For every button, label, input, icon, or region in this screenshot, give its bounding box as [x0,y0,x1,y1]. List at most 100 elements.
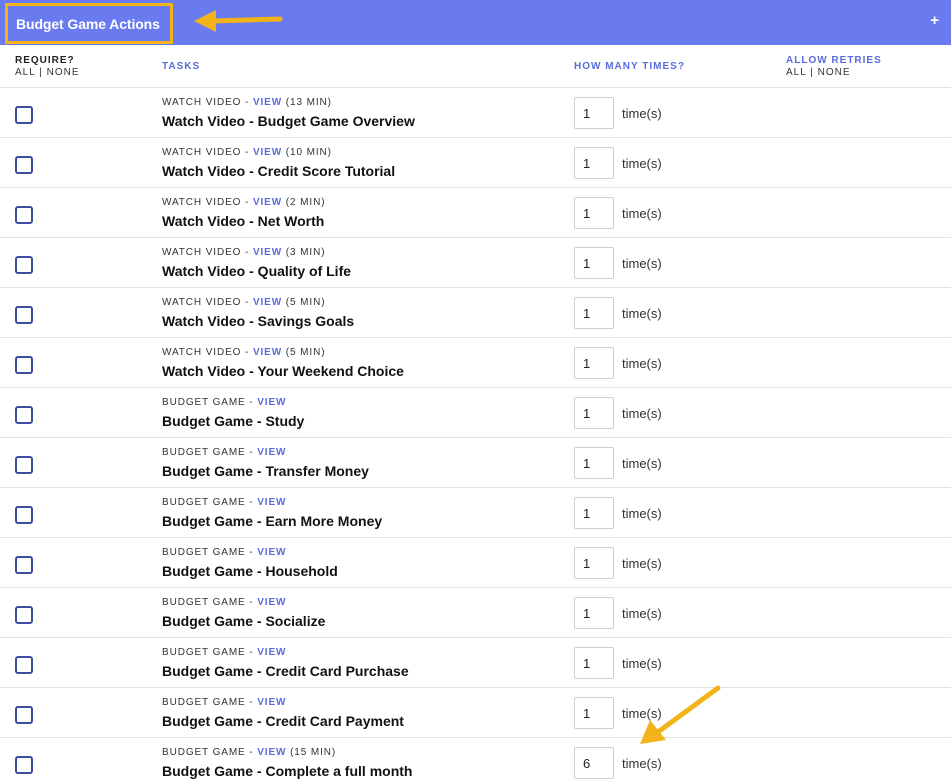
times-unit-label: time(s) [622,406,662,421]
times-unit-label: time(s) [622,356,662,371]
view-link[interactable]: VIEW [257,597,286,608]
separator: - [245,747,258,758]
times-unit-label: time(s) [622,206,662,221]
task-name: Watch Video - Credit Score Tutorial [162,163,396,179]
require-checkbox[interactable] [15,156,33,174]
require-checkbox[interactable] [15,356,33,374]
task-row: BUDGET GAME - VIEW Budget Game - Socializ… [0,587,951,637]
task-type-label: BUDGET GAME [162,397,246,408]
task-name: Watch Video - Savings Goals [162,313,355,329]
times-input[interactable] [574,147,614,179]
times-input[interactable] [574,747,614,779]
view-link[interactable]: VIEW [253,97,282,108]
view-link[interactable]: VIEW [257,397,286,408]
require-checkbox[interactable] [15,456,33,474]
separator: - [245,697,258,708]
task-row: BUDGET GAME - VIEW Budget Game - Earn Mor… [0,487,951,537]
retries-none-link[interactable]: NONE [818,67,851,78]
task-meta: BUDGET GAME - VIEW [162,597,286,608]
view-link[interactable]: VIEW [253,147,282,158]
times-input[interactable] [574,397,614,429]
require-checkbox[interactable] [15,606,33,624]
task-row: BUDGET GAME - VIEW (15 MIN) Budget Game -… [0,737,951,783]
task-type-label: WATCH VIDEO [162,297,242,308]
task-type-label: WATCH VIDEO [162,97,242,108]
task-name: Budget Game - Credit Card Purchase [162,663,409,679]
task-meta: BUDGET GAME - VIEW [162,497,286,508]
tasks-column-header: TASKS [162,61,201,72]
times-unit-label: time(s) [622,506,662,521]
require-all-link[interactable]: ALL [15,67,35,78]
view-link[interactable]: VIEW [253,347,282,358]
require-none-link[interactable]: NONE [47,67,80,78]
allow-retries-column-header: ALLOW RETRIES ALL | NONE [786,55,882,79]
times-unit-label: time(s) [622,106,662,121]
task-meta: BUDGET GAME - VIEW [162,547,286,558]
require-checkbox[interactable] [15,406,33,424]
separator: | [810,67,814,78]
separator: - [245,447,258,458]
separator: - [245,647,258,658]
view-link[interactable]: VIEW [257,547,286,558]
task-name: Watch Video - Budget Game Overview [162,113,415,129]
duration-label: (5 MIN) [282,297,326,308]
allow-retries-label: ALLOW RETRIES [786,55,882,66]
require-checkbox[interactable] [15,206,33,224]
separator: - [245,547,258,558]
times-input[interactable] [574,347,614,379]
task-row: WATCH VIDEO - VIEW (3 MIN) Watch Video - … [0,237,951,287]
times-input[interactable] [574,597,614,629]
require-checkbox[interactable] [15,506,33,524]
times-input[interactable] [574,197,614,229]
task-row: BUDGET GAME - VIEW Budget Game - Transfer… [0,437,951,487]
require-checkbox[interactable] [15,256,33,274]
times-input[interactable] [574,647,614,679]
require-checkbox[interactable] [15,756,33,774]
times-unit-label: time(s) [622,756,662,771]
annotation-arrow-icon [194,10,283,32]
task-row: BUDGET GAME - VIEW Budget Game - Househol… [0,537,951,587]
times-input[interactable] [574,547,614,579]
require-checkbox[interactable] [15,306,33,324]
view-link[interactable]: VIEW [257,747,286,758]
view-link[interactable]: VIEW [257,447,286,458]
require-checkbox[interactable] [15,106,33,124]
separator: - [245,397,258,408]
task-row: WATCH VIDEO - VIEW (13 MIN) Watch Video -… [0,87,951,137]
task-name: Budget Game - Study [162,413,305,429]
duration-label: (2 MIN) [282,197,326,208]
view-link[interactable]: VIEW [257,697,286,708]
times-input[interactable] [574,447,614,479]
task-meta: WATCH VIDEO - VIEW (13 MIN) [162,97,332,108]
task-name: Budget Game - Household [162,563,338,579]
times-unit-label: time(s) [622,156,662,171]
task-name: Watch Video - Quality of Life [162,263,352,279]
times-input[interactable] [574,247,614,279]
times-input[interactable] [574,697,614,729]
view-link[interactable]: VIEW [253,197,282,208]
task-meta: WATCH VIDEO - VIEW (2 MIN) [162,197,325,208]
times-input[interactable] [574,97,614,129]
require-checkbox[interactable] [15,656,33,674]
view-link[interactable]: VIEW [253,247,282,258]
task-meta: WATCH VIDEO - VIEW (5 MIN) [162,297,325,308]
duration-label: (5 MIN) [282,347,326,358]
view-link[interactable]: VIEW [253,297,282,308]
task-type-label: BUDGET GAME [162,697,246,708]
require-checkbox[interactable] [15,706,33,724]
retries-all-link[interactable]: ALL [786,67,806,78]
task-name: Budget Game - Socialize [162,613,326,629]
view-link[interactable]: VIEW [257,647,286,658]
times-unit-label: time(s) [622,606,662,621]
times-unit-label: time(s) [622,306,662,321]
task-name: Watch Video - Your Weekend Choice [162,363,404,379]
view-link[interactable]: VIEW [257,497,286,508]
task-meta: BUDGET GAME - VIEW [162,447,286,458]
times-input[interactable] [574,297,614,329]
times-input[interactable] [574,497,614,529]
section-header-bar: Budget Game Actions + [0,0,951,45]
require-checkbox[interactable] [15,556,33,574]
expand-plus-icon[interactable]: + [930,12,939,29]
separator: - [241,347,253,358]
times-unit-label: time(s) [622,456,662,471]
